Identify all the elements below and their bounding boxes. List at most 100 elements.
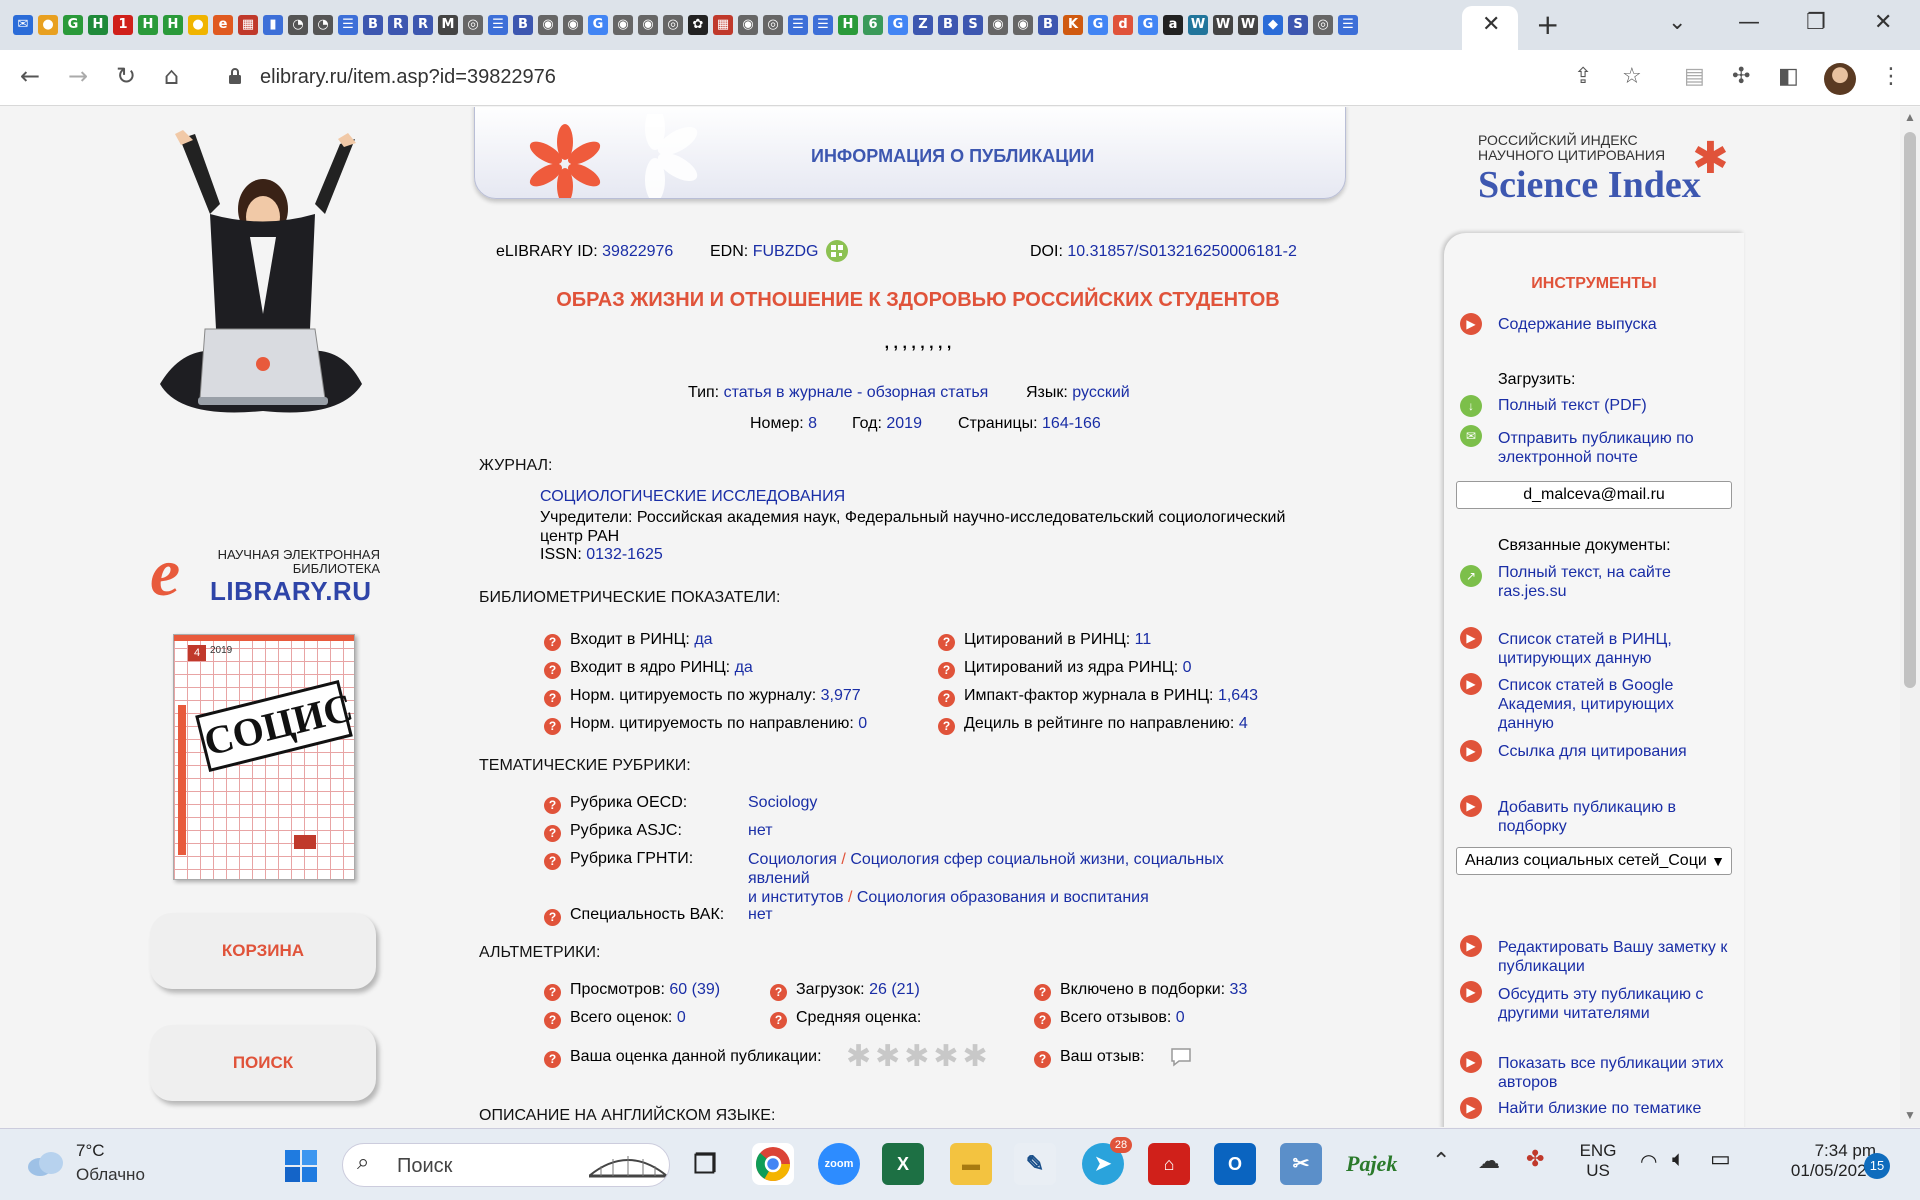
help-icon[interactable]: ? [544, 853, 561, 870]
extensions-icon[interactable]: ✣ [1732, 64, 1750, 89]
pinned-tab-icon[interactable]: G [888, 15, 908, 35]
notification-badge[interactable]: 15 [1864, 1153, 1890, 1179]
pinned-tab-icon[interactable]: ◔ [288, 15, 308, 35]
pinned-tab-icon[interactable]: a [1163, 15, 1183, 35]
add-to-collection-link[interactable]: Добавить публикацию в подборку [1498, 798, 1676, 836]
pinned-tab-icon[interactable]: ☰ [813, 15, 833, 35]
search-button[interactable]: ПОИСК [150, 1025, 376, 1101]
share-icon[interactable]: ⇪ [1574, 64, 1592, 89]
tray-chevron-icon[interactable]: ⌃ [1432, 1149, 1450, 1174]
menu-icon[interactable]: ⋮ [1880, 64, 1902, 89]
pinned-tab-icon[interactable]: 1 [113, 15, 133, 35]
pinned-tab-icon[interactable]: ▮ [263, 15, 283, 35]
pinned-tab-icon[interactable]: ◉ [638, 15, 658, 35]
help-icon[interactable]: ? [544, 909, 561, 926]
taskbar-search[interactable]: ⌕ Поиск [342, 1143, 670, 1187]
pinned-tab-icon[interactable]: H [88, 15, 108, 35]
pinned-tab-icon[interactable]: ▦ [713, 15, 733, 35]
help-icon[interactable]: ? [1034, 1051, 1051, 1068]
help-icon[interactable]: ? [544, 797, 561, 814]
address-bar[interactable]: elibrary.ru/item.asp?id=39822976 [260, 66, 556, 89]
pinned-tab-icon[interactable]: S [1288, 15, 1308, 35]
snipping-tool-icon[interactable]: ✎ [1014, 1143, 1056, 1185]
help-icon[interactable]: ? [938, 662, 955, 679]
onedrive-icon[interactable]: ☁ [1478, 1149, 1500, 1174]
help-icon[interactable]: ? [544, 1012, 561, 1029]
pinned-tab-icon[interactable]: ◉ [738, 15, 758, 35]
rinc-citing-list-link[interactable]: Список статей в РИНЦ, цитирующих данную [1498, 630, 1672, 668]
close-window-icon[interactable]: ✕ [1874, 10, 1892, 35]
issue-contents-link[interactable]: Содержание выпуска [1498, 316, 1657, 334]
pinned-tab-icon[interactable]: ◉ [563, 15, 583, 35]
language-indicator[interactable]: ENG US [1578, 1141, 1618, 1181]
scroll-down-icon[interactable]: ▼ [1904, 1108, 1916, 1122]
pinned-tab-icon[interactable]: ◔ [313, 15, 333, 35]
pinned-tab-icon[interactable]: d [1113, 15, 1133, 35]
pinned-tab-icon[interactable]: H [163, 15, 183, 35]
file-explorer-icon[interactable]: ▬ [950, 1143, 992, 1185]
help-icon[interactable]: ? [544, 690, 561, 707]
pinned-tab-icon[interactable]: G [1138, 15, 1158, 35]
journal-name-link[interactable]: СОЦИОЛОГИЧЕСКИЕ ИССЛЕДОВАНИЯ [540, 488, 845, 506]
comment-icon[interactable] [1170, 1047, 1192, 1067]
help-icon[interactable]: ? [770, 1012, 787, 1029]
collection-select[interactable]: Анализ социальных сетей_Соци ▼ [1456, 847, 1732, 875]
pinned-tab-icon[interactable]: H [838, 15, 858, 35]
zoom-icon[interactable]: zoom [818, 1143, 860, 1185]
help-icon[interactable]: ? [544, 718, 561, 735]
pinned-tab-icon[interactable]: G [63, 15, 83, 35]
pinned-tab-icon[interactable]: ◎ [463, 15, 483, 35]
avatar[interactable] [1824, 63, 1856, 95]
find-similar-link[interactable]: Найти близкие по тематике [1498, 1100, 1701, 1118]
task-view-icon[interactable]: ❐ [684, 1143, 726, 1185]
tab-search-chevron-icon[interactable]: ⌄ [1668, 10, 1686, 35]
pinned-tab-icon[interactable]: ◆ [1263, 15, 1283, 35]
rubric-oecd-value[interactable]: Sociology [748, 794, 817, 812]
pinned-tab-icon[interactable]: ◎ [1313, 15, 1333, 35]
pinned-tab-icon[interactable]: Z [913, 15, 933, 35]
pinned-tab-icon[interactable]: ☰ [1338, 15, 1358, 35]
science-index-logo[interactable]: РОССИЙСКИЙ ИНДЕКС НАУЧНОГО ЦИТИРОВАНИЯ Sc… [1478, 133, 1738, 213]
pinned-tab-icon[interactable]: R [413, 15, 433, 35]
pinned-tab-icon[interactable]: S [963, 15, 983, 35]
acrobat-icon[interactable]: ⌂ [1148, 1143, 1190, 1185]
elibrary-logo[interactable]: e НАУЧНАЯ ЭЛЕКТРОННАЯ БИБЛИОТЕКА LIBRARY.… [150, 538, 380, 606]
help-icon[interactable]: ? [1034, 984, 1051, 1001]
help-icon[interactable]: ? [938, 634, 955, 651]
forward-icon[interactable]: → [68, 62, 88, 90]
journal-cover-image[interactable]: 4 2019 СОЦИС [173, 634, 355, 880]
tab-close-icon[interactable]: ✕ [1482, 12, 1500, 37]
pinned-tab-icon[interactable]: G [588, 15, 608, 35]
back-icon[interactable]: ← [20, 62, 40, 90]
pajek-icon[interactable]: Pajek [1346, 1143, 1397, 1185]
pinned-tab-icon[interactable]: M [438, 15, 458, 35]
help-icon[interactable]: ? [544, 1051, 561, 1068]
wifi-icon[interactable]: ◠ [1640, 1149, 1657, 1173]
pinned-tab-icon[interactable]: B [363, 15, 383, 35]
show-all-publications-link[interactable]: Показать все публикации этих авторов [1498, 1054, 1724, 1092]
pinned-tab-icon[interactable]: ✉ [13, 15, 33, 35]
chrome-icon[interactable] [752, 1143, 794, 1185]
send-email-link[interactable]: Отправить публикацию по электронной почте [1498, 429, 1694, 467]
cart-button[interactable]: КОРЗИНА [150, 913, 376, 989]
full-text-site-link[interactable]: Полный текст, на сайте ras.jes.su [1498, 563, 1671, 601]
help-icon[interactable]: ? [938, 690, 955, 707]
qr-code-icon[interactable] [826, 240, 848, 262]
scroll-up-icon[interactable]: ▲ [1904, 110, 1916, 124]
weather-temp[interactable]: 7°C [76, 1141, 105, 1161]
dropbox-icon[interactable]: ✤ [1526, 1147, 1544, 1172]
full-text-pdf-link[interactable]: Полный текст (PDF) [1498, 397, 1647, 415]
pinned-tab-icon[interactable]: H [138, 15, 158, 35]
pinned-tab-icon[interactable]: ◉ [538, 15, 558, 35]
pinned-tab-icon[interactable]: ✿ [688, 15, 708, 35]
pinned-tab-icon[interactable]: ◎ [663, 15, 683, 35]
pinned-tab-icon[interactable]: ● [38, 15, 58, 35]
pinned-tab-icon[interactable]: W [1213, 15, 1233, 35]
pinned-tab-icon[interactable]: ☰ [488, 15, 508, 35]
email-input[interactable] [1456, 481, 1732, 509]
pinned-tab-icon[interactable]: R [388, 15, 408, 35]
help-icon[interactable]: ? [938, 718, 955, 735]
pinned-tab-icon[interactable]: e [213, 15, 233, 35]
help-icon[interactable]: ? [544, 825, 561, 842]
battery-icon[interactable]: ▭ [1710, 1147, 1731, 1172]
